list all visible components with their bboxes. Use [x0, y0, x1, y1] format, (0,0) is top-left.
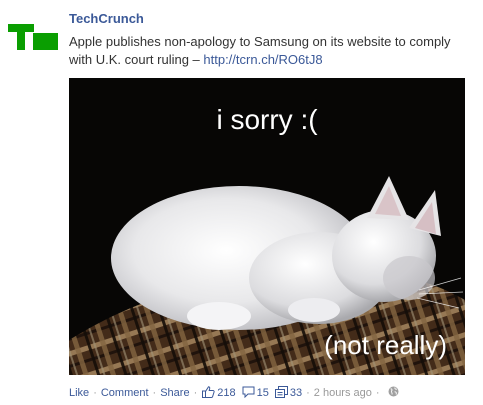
post-actions-bar: Like · Comment · Share · 218 15 33 · 2 h…	[69, 385, 399, 401]
separator: ·	[306, 387, 310, 399]
separator: ·	[193, 387, 198, 399]
post-photo[interactable]: i sorry :( (not really)	[69, 78, 465, 375]
techcrunch-logo[interactable]	[8, 24, 58, 50]
share-link[interactable]: Share	[160, 387, 189, 399]
globe-icon[interactable]	[388, 386, 399, 400]
post-timestamp[interactable]: 2 hours ago	[314, 387, 372, 399]
share-icon[interactable]	[274, 385, 288, 401]
separator: ·	[152, 387, 157, 399]
thumbs-up-icon[interactable]	[202, 385, 215, 401]
separator: ·	[93, 387, 97, 399]
separator: ·	[375, 387, 380, 399]
feed-post: TechCrunch Apple publishes non-apology t…	[0, 0, 483, 405]
post-author[interactable]: TechCrunch	[69, 11, 144, 26]
comments-count[interactable]: 15	[257, 387, 269, 399]
likes-count[interactable]: 218	[217, 387, 235, 399]
shares-count[interactable]: 33	[290, 387, 302, 399]
photo-caption-top: i sorry :(	[216, 104, 318, 135]
like-link[interactable]: Like	[69, 387, 89, 399]
comment-bubble-icon[interactable]	[242, 386, 255, 401]
photo-caption-bottom: (not really)	[324, 330, 447, 360]
post-message: Apple publishes non-apology to Samsung o…	[69, 33, 474, 69]
comment-link[interactable]: Comment	[101, 387, 149, 399]
post-link[interactable]: http://tcrn.ch/RO6tJ8	[203, 52, 322, 67]
